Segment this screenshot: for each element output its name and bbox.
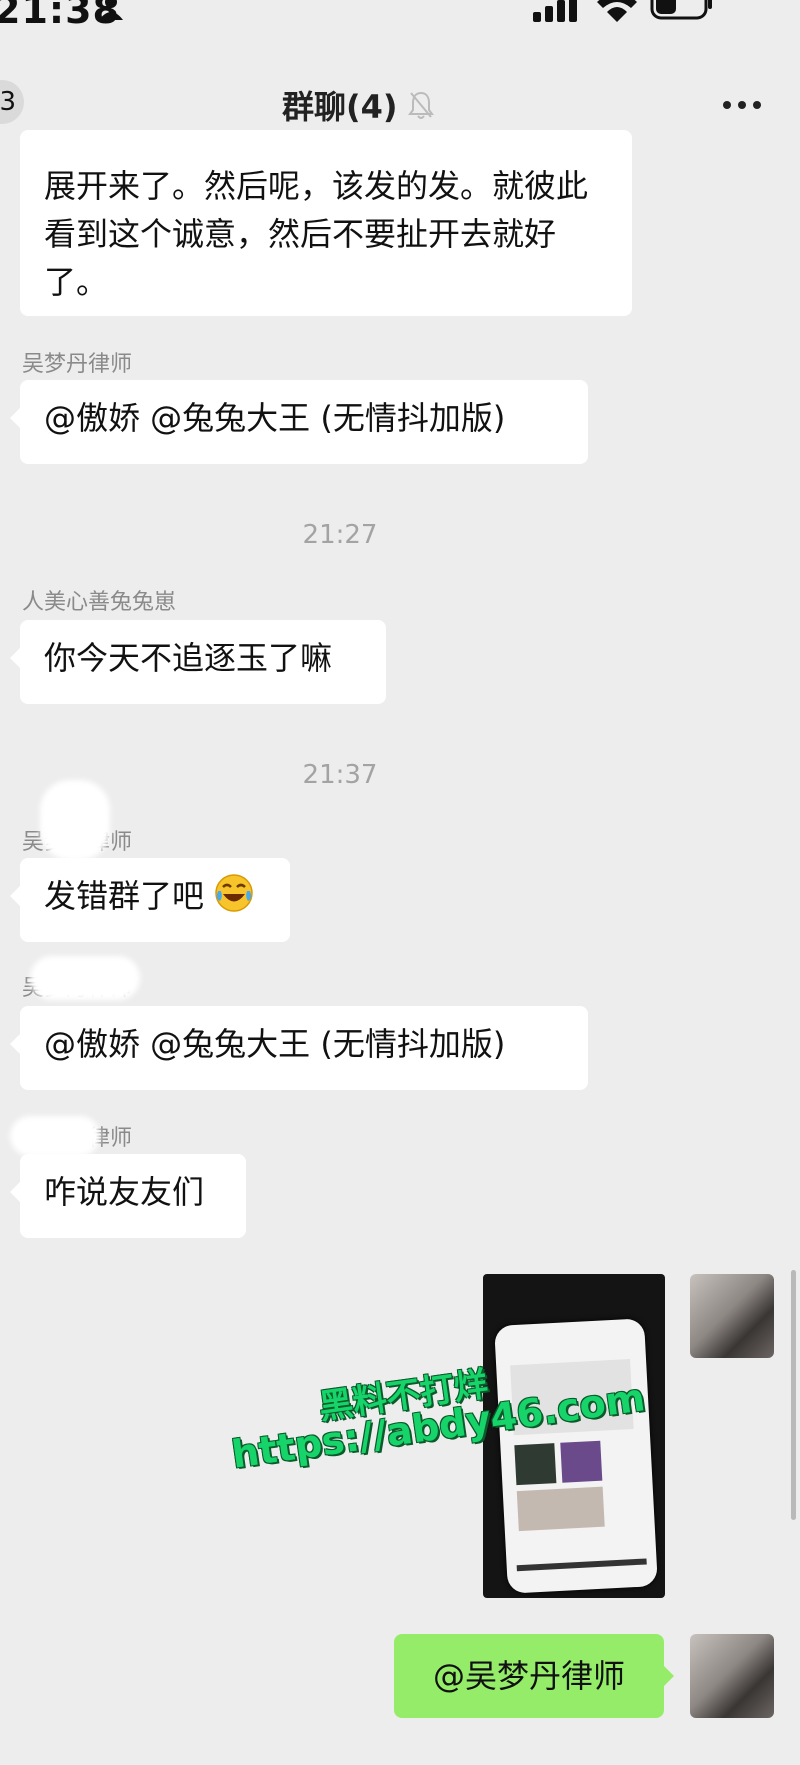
redaction-smudge: [40, 780, 110, 860]
message-text: 你今天不追逐玉了嘛: [44, 639, 333, 677]
more-icon[interactable]: [722, 100, 762, 110]
redaction-smudge: [30, 956, 140, 1000]
message-text: 展开来了。然后呢，该发的发。就彼此看到这个诚意，然后不要扯开去就好了。: [44, 167, 589, 301]
message-bubble[interactable]: @傲娇 @兔兔大王 (无情抖加版): [10, 380, 588, 464]
timestamp: 21:27: [302, 520, 378, 550]
message-bubble[interactable]: 你今天不追逐玉了嘛: [10, 620, 386, 704]
chat-title: 群聊(4): [282, 88, 398, 126]
message-text: @傲娇 @兔兔大王 (无情抖加版): [44, 399, 506, 437]
my-avatar[interactable]: [690, 1634, 774, 1718]
redaction-smudge: [10, 1116, 100, 1156]
laugh-cry-emoji-icon: [215, 874, 253, 912]
message-bubble[interactable]: 发错群了吧: [10, 858, 290, 942]
mute-bell-icon: [408, 91, 434, 119]
my-message-bubble[interactable]: @吴梦丹律师: [394, 1634, 674, 1718]
person-icon: [99, 0, 123, 20]
timestamp: 21:37: [302, 760, 378, 790]
sender-name: 人美心善兔兔崽: [22, 590, 177, 615]
cellular-signal-icon: [533, 0, 577, 22]
sender-name: 吴梦丹律师: [22, 352, 133, 377]
message-text: @吴梦丹律师: [432, 1657, 625, 1695]
battery-icon: [650, 0, 712, 20]
message-bubble[interactable]: 咋说友友们: [10, 1154, 246, 1238]
message-text: 咋说友友们: [44, 1173, 205, 1211]
status-bar: 21:38: [0, 0, 800, 32]
phone-screenshot-image: [494, 1318, 658, 1594]
wifi-icon: [597, 0, 637, 22]
message-bubble[interactable]: 展开来了。然后呢，该发的发。就彼此看到这个诚意，然后不要扯开去就好了。: [20, 130, 632, 316]
back-unread-badge[interactable]: 3: [0, 80, 24, 124]
message-bubble[interactable]: @傲娇 @兔兔大王 (无情抖加版): [10, 1006, 588, 1090]
scrollbar[interactable]: [791, 1270, 796, 1520]
message-text: 发错群了吧: [44, 877, 205, 915]
message-text: @傲娇 @兔兔大王 (无情抖加版): [44, 1025, 506, 1063]
my-avatar[interactable]: [690, 1274, 774, 1358]
